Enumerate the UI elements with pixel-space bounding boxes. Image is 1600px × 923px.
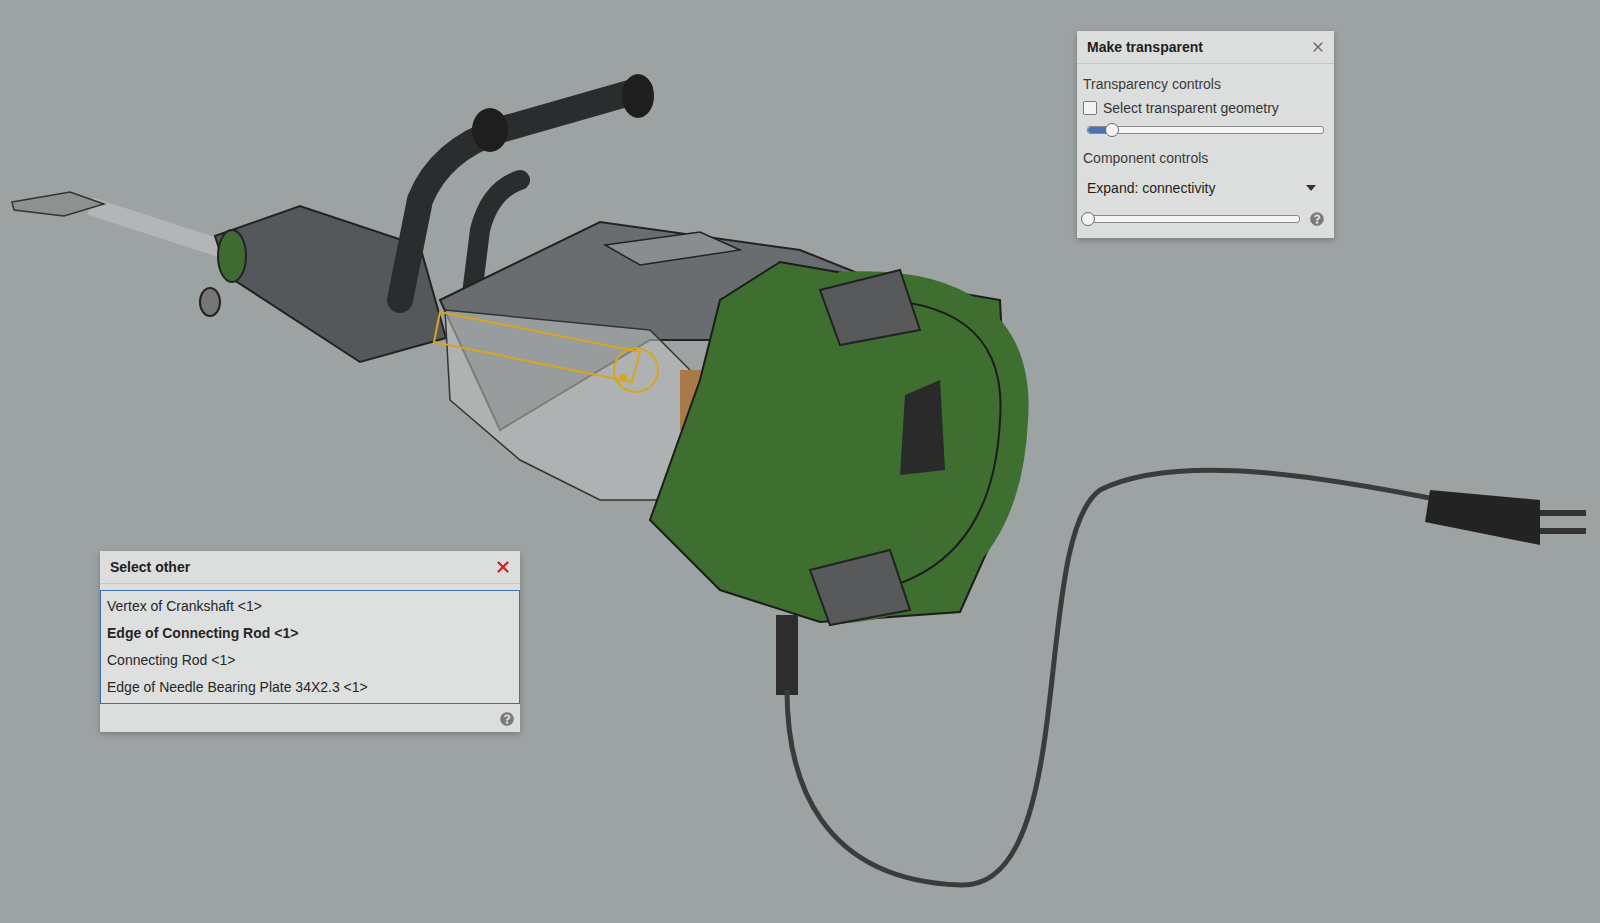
panel-body: Transparency controls Select transparent … <box>1077 64 1334 238</box>
selection-item[interactable]: Edge of Needle Bearing Plate 34X2.3 <1> <box>101 674 519 701</box>
jackhammer-model[interactable] <box>0 0 1600 923</box>
checkbox-label: Select transparent geometry <box>1103 100 1279 116</box>
checkbox-box[interactable] <box>1083 101 1097 115</box>
chisel-bit <box>12 192 232 252</box>
close-button[interactable] <box>1310 39 1326 55</box>
component-slider-row <box>1083 208 1328 230</box>
selection-item[interactable]: Connecting Rod <1> <box>101 647 519 674</box>
close-button[interactable] <box>494 558 512 576</box>
section-label: Component controls <box>1083 144 1328 168</box>
panel-title-text: Select other <box>110 559 190 575</box>
power-cord <box>776 470 1586 885</box>
panel-title-text: Make transparent <box>1087 39 1203 55</box>
cad-viewport[interactable]: Make transparent Transparency controls Sel… <box>0 0 1600 923</box>
motor-housing <box>650 262 1010 625</box>
dropdown-caret-icon <box>1306 185 1316 191</box>
transparency-slider[interactable] <box>1087 126 1324 134</box>
component-slider[interactable] <box>1087 215 1300 223</box>
slider-thumb[interactable] <box>1105 123 1119 137</box>
transparent-geometry-checkbox[interactable]: Select transparent geometry <box>1083 100 1328 116</box>
panel-footer <box>100 704 520 732</box>
help-icon[interactable] <box>500 712 514 726</box>
selection-item[interactable]: Edge of Connecting Rod <1> <box>101 620 519 647</box>
help-icon[interactable] <box>1310 212 1324 226</box>
select-other-panel: Select otherVertex of Crankshaft <1>Edge… <box>100 551 520 732</box>
selection-item[interactable]: Vertex of Crankshaft <1> <box>101 593 519 620</box>
section-label: Transparency controls <box>1083 70 1328 94</box>
panel-title: Make transparent <box>1077 31 1334 64</box>
close-icon[interactable] <box>494 558 512 576</box>
selection-list: Vertex of Crankshaft <1>Edge of Connecti… <box>100 590 520 704</box>
dropdown-value: Expand: connectivity <box>1087 180 1215 196</box>
help-icon[interactable] <box>500 712 514 726</box>
close-icon[interactable] <box>1310 39 1326 55</box>
help-icon[interactable] <box>1310 212 1324 226</box>
expand-dropdown[interactable]: Expand: connectivity <box>1083 174 1328 202</box>
slider-thumb[interactable] <box>1081 212 1095 226</box>
panel-title: Select other <box>100 551 520 584</box>
make-transparent-panel: Make transparent Transparency controls Sel… <box>1077 31 1334 238</box>
transparency-slider-row <box>1083 122 1328 138</box>
